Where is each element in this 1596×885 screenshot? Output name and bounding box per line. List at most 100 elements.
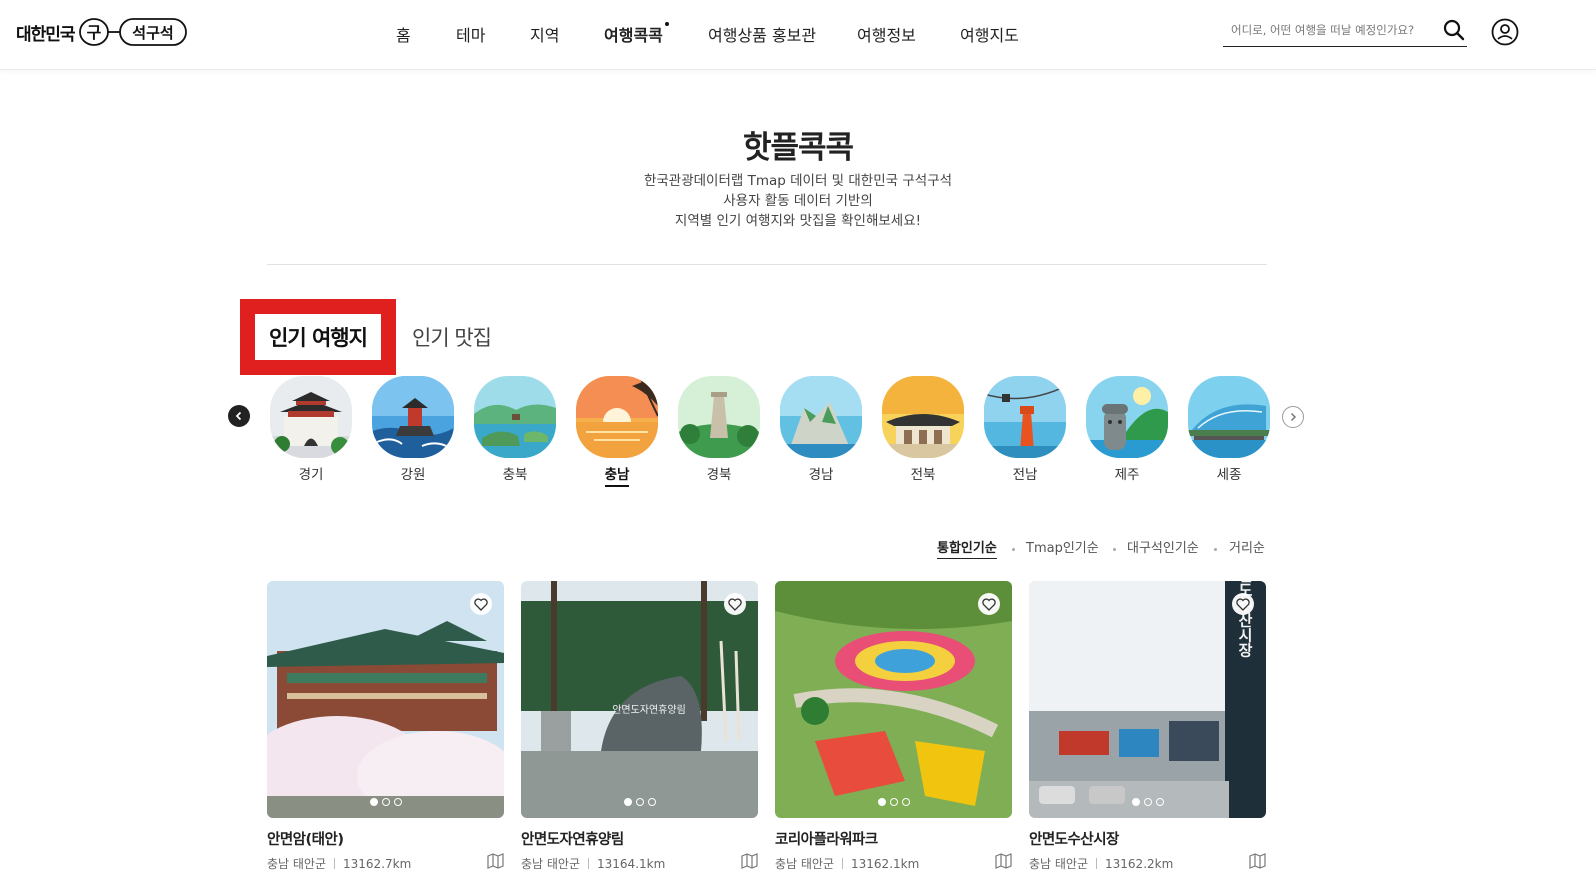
region-jeonnam[interactable]: 전남 [984,376,1066,483]
sort-overall-popularity[interactable]: 통합인기순 [937,537,997,559]
sort-gugusuk-popularity[interactable]: 대구석인기순 [1127,537,1199,556]
region-label: 충남 [604,463,630,487]
nav-region[interactable]: 지역 [530,22,559,46]
pagination-dot[interactable] [623,798,632,806]
heart-icon [728,597,742,611]
meta-divider [588,858,590,869]
nav-travel-products[interactable]: 여행상품 홍보관 [708,22,816,46]
region-label: 경기 [298,467,324,483]
region-label: 경남 [808,467,834,483]
favorite-button[interactable] [1232,593,1254,615]
place-card[interactable]: 안면암(태안) 충남 태안군 13162.7km [267,581,504,872]
region-image [372,376,454,458]
map-icon[interactable] [1249,853,1266,869]
place-card[interactable]: 안면도수산시장 안면도수산시장 충남 태안군 13162.2km [1029,581,1266,872]
region-gyeonggi[interactable]: 경기 [270,376,352,483]
place-card[interactable]: 안면도자연휴양림 안면도자연휴양림 충남 태안군 13164.1km [521,581,758,872]
sort-separator [1214,548,1217,551]
region-image [780,376,862,458]
meta-divider [334,858,336,869]
place-location: 충남 태안군 [267,857,327,871]
pagination-dot[interactable] [1131,798,1140,806]
place-meta: 충남 태안군 13162.7km [267,853,504,872]
region-gyeongbuk[interactable]: 경북 [678,376,760,483]
pagination-dot[interactable] [901,798,910,806]
carousel-prev-button[interactable] [228,405,250,427]
meta-divider [842,858,844,869]
tab-popular-destinations[interactable]: 인기 여행지 [255,314,381,360]
sort-separator [1113,548,1116,551]
place-distance: 13162.2km [1105,856,1174,871]
region-image [678,376,760,458]
region-jeju[interactable]: 제주 [1086,376,1168,483]
modern-building-icon [1188,376,1270,458]
region-chungbuk[interactable]: 충북 [474,376,556,483]
site-logo[interactable]: 대한민국 구 석구석 [16,16,187,48]
nav-theme[interactable]: 테마 [456,22,485,46]
image-pagination [1029,798,1266,806]
nav-travel-map[interactable]: 여행지도 [960,22,1019,46]
place-distance: 13162.7km [343,856,412,871]
place-name[interactable]: 안면도수산시장 [1029,828,1266,849]
pagination-dot[interactable] [369,798,378,806]
place-image[interactable]: 안면도자연휴양림 [521,581,758,818]
region-jeonbuk[interactable]: 전북 [882,376,964,483]
region-label: 제주 [1114,467,1140,483]
place-location: 충남 태안군 [521,857,581,871]
user-icon[interactable] [1491,18,1519,46]
map-icon[interactable] [487,853,504,869]
lake-islands-icon [474,376,556,458]
region-gyeongnam[interactable]: 경남 [780,376,862,483]
map-icon[interactable] [995,853,1012,869]
search-icon[interactable] [1443,19,1465,41]
pagination-dot[interactable] [381,798,390,806]
pagination-dot[interactable] [1155,798,1164,806]
forest-stone-photo: 안면도자연휴양림 [521,581,758,818]
meta-divider [1096,858,1098,869]
sort-tmap-popularity[interactable]: Tmap인기순 [1026,537,1099,556]
place-image[interactable] [267,581,504,818]
place-card[interactable]: 코리아플라워파크 충남 태안군 13162.1km [775,581,1012,872]
temple-blossom-photo [267,581,504,818]
nav-home[interactable]: 홈 [396,22,411,46]
place-name[interactable]: 안면도자연휴양림 [521,828,758,849]
observatory-tower-icon [678,376,760,458]
place-name[interactable]: 코리아플라워파크 [775,828,1012,849]
logo-text: 대한민국 [16,24,76,45]
pagination-dot[interactable] [635,798,644,806]
region-image [474,376,556,458]
nav-travel-kokkok[interactable]: 여행콕콕 [604,22,669,46]
pagination-dot[interactable] [393,798,402,806]
region-image [1086,376,1168,458]
site-header: 대한민국 구 석구석 홈 테마 지역 여행콕콕 여행상품 홍보관 여행정보 여행… [0,0,1596,70]
sort-distance[interactable]: 거리순 [1229,537,1265,556]
favorite-button[interactable] [470,593,492,615]
dol-hareubang-icon [1086,376,1168,458]
region-label: 전남 [1012,467,1038,483]
rocky-islet-icon [780,376,862,458]
nav-travel-info[interactable]: 여행정보 [857,22,916,46]
tab-popular-restaurants[interactable]: 인기 맛집 [412,322,492,352]
stone-inscription: 안면도자연휴양림 [612,704,686,716]
place-image[interactable]: 안면도수산시장 [1029,581,1266,818]
place-name[interactable]: 안면암(태안) [267,828,504,849]
region-gangwon[interactable]: 강원 [372,376,454,483]
favorite-button[interactable] [724,593,746,615]
page-title: 핫플콕콕 [742,130,854,166]
pagination-dot[interactable] [877,798,886,806]
search-input[interactable] [1231,19,1436,41]
favorite-button[interactable] [978,593,1000,615]
carousel-next-button[interactable] [1282,406,1304,428]
pagination-dot[interactable] [647,798,656,806]
place-image[interactable] [775,581,1012,818]
svg-text:구: 구 [86,23,101,42]
map-icon[interactable] [741,853,758,869]
region-label: 세종 [1216,467,1242,483]
region-sejong[interactable]: 세종 [1188,376,1270,483]
pagination-dot[interactable] [1143,798,1152,806]
region-chungnam[interactable]: 충남 [576,376,658,487]
region-label: 충북 [502,467,528,483]
place-distance: 13162.1km [851,856,920,871]
pagination-dot[interactable] [889,798,898,806]
place-meta: 충남 태안군 13164.1km [521,853,758,872]
